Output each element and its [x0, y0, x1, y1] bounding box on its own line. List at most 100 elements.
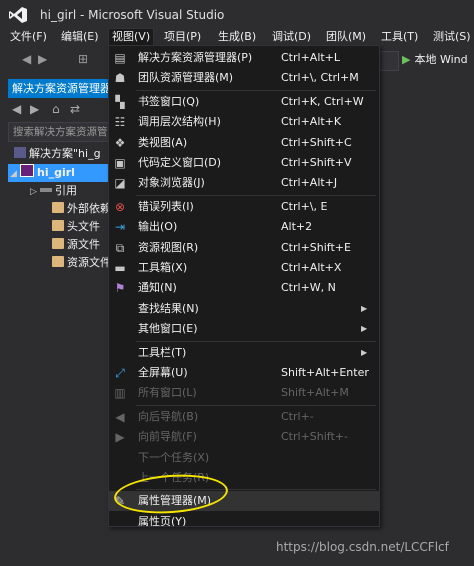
view-menu-item[interactable]: ❖ 类视图(A) Ctrl+Shift+C [109, 133, 379, 153]
forward-icon[interactable]: ▶ [38, 52, 47, 66]
view-menu-item[interactable]: ⇥ 输出(O) Alt+2 [109, 217, 379, 237]
menu-item-shortcut: Ctrl+Shift+V [281, 156, 352, 169]
menu-debug[interactable]: 调试(D) [269, 29, 314, 45]
toolbox-icon: ▬ [114, 261, 126, 275]
view-menu-item[interactable]: 其他窗口(E) ▶ [109, 319, 379, 339]
menu-separator [136, 340, 376, 342]
tree-label: 源文件 [67, 238, 100, 251]
menu-item-shortcut: Ctrl+Shift+C [281, 135, 352, 149]
menu-team[interactable]: 团队(M) [323, 29, 369, 45]
view-menu-item[interactable]: ⤢ 全屏幕(U) Shift+Alt+Enter [109, 363, 379, 383]
back-icon[interactable]: ◀ [12, 102, 21, 116]
solution-search-input[interactable]: 搜索解决方案资源管 [8, 122, 112, 142]
tree-item-source-files[interactable]: 源文件 [8, 236, 108, 254]
view-menu-item[interactable]: ▬ 工具箱(X) Ctrl+Alt+X [109, 258, 379, 278]
menu-view[interactable]: 视图(V) [108, 28, 155, 46]
menu-item-label: 属性页(Y) [138, 514, 187, 527]
view-menu-item[interactable]: ⚑ 通知(N) Ctrl+W, N [109, 278, 379, 298]
forward-icon[interactable]: ▶ [30, 102, 39, 116]
menu-item-label: 工具箱(X) [138, 261, 188, 274]
folder-icon [52, 220, 64, 231]
window-title: hi_girl - Microsoft Visual Studio [40, 8, 225, 22]
resource-view-icon: ⧉ [115, 240, 125, 255]
menu-item-label: 所有窗口(L) [138, 386, 197, 400]
menu-item-label: 团队资源管理器(M) [138, 71, 234, 85]
menu-item-label: 向前导航(F) [138, 430, 197, 444]
play-icon: ▶ [402, 53, 411, 66]
navigate-back-icon: ◀ [115, 409, 125, 424]
view-menu-item[interactable]: ☷ 调用层次结构(H) Ctrl+Alt+K [109, 112, 379, 132]
watermark: https://blog.csdn.net/LCCFlcf [276, 540, 449, 554]
view-menu-item[interactable]: 查找结果(N) ▶ [109, 299, 379, 319]
tree-label: 解决方案"hi_g [29, 147, 101, 160]
solution-icon [14, 147, 26, 158]
menu-item-label: 查找结果(N) [138, 301, 199, 315]
view-menu-item[interactable]: ⧉ 资源视图(R) Ctrl+Shift+E [109, 238, 379, 258]
menu-item-label: 调用层次结构(H) [138, 115, 221, 129]
menu-item-shortcut: Ctrl+\, E [281, 199, 328, 213]
menu-item-shortcut: Ctrl+Alt+X [281, 261, 342, 274]
menu-item-shortcut: Ctrl+\, Ctrl+M [281, 71, 359, 85]
menu-item-shortcut: Ctrl+Shift+E [281, 240, 351, 254]
call-hierarchy-icon: ☷ [114, 115, 126, 130]
menu-tools[interactable]: 工具(T) [378, 29, 421, 45]
menu-item-label: 代码定义窗口(D) [138, 156, 222, 169]
menu-item-label: 输出(O) [138, 220, 178, 234]
menu-item-label: 其他窗口(E) [138, 322, 198, 336]
menu-build[interactable]: 生成(B) [215, 29, 259, 45]
bookmark-icon: ▚ [115, 94, 125, 109]
menu-item-shortcut: Shift+Alt+M [281, 386, 349, 400]
menu-test[interactable]: 测试(S) [430, 29, 474, 45]
project-icon [20, 164, 34, 177]
back-icon[interactable]: ◀ [22, 52, 31, 66]
expand-arrow-icon[interactable]: ◢ [10, 165, 20, 183]
menu-project[interactable]: 项目(P) [161, 29, 204, 45]
menu-file[interactable]: 文件(F) [7, 29, 50, 45]
menu-separator [136, 194, 376, 196]
submenu-arrow-icon: ▶ [361, 324, 368, 334]
run-button[interactable]: ▶ 本地 Wind [402, 50, 474, 70]
menu-item-shortcut: Ctrl+W, N [281, 281, 336, 295]
view-menu-item[interactable]: ▚ 书签窗口(Q) Ctrl+K, Ctrl+W [109, 92, 379, 112]
view-menu-item: ▶ 向前导航(F) Ctrl+Shift+- [109, 427, 379, 447]
class-view-icon: ❖ [114, 135, 126, 150]
menu-item-shortcut: Ctrl+Alt+J [281, 176, 338, 190]
view-menu-item[interactable]: ◪ 对象浏览器(J) Ctrl+Alt+J [109, 173, 379, 193]
menu-item-label: 通知(N) [138, 281, 177, 295]
view-menu-item: 下一个任务(X) [109, 448, 379, 468]
view-menu-item[interactable]: 属性页(Y) [109, 512, 379, 527]
view-menu-item[interactable]: 工具栏(T) ▶ [109, 343, 379, 363]
menu-item-shortcut: Ctrl+K, Ctrl+W [281, 94, 364, 108]
submenu-arrow-icon: ▶ [361, 303, 368, 313]
menu-item-shortcut: Ctrl+Shift+- [281, 430, 348, 444]
sync-icon[interactable]: ⇄ [70, 102, 80, 116]
tree-item-solution[interactable]: 解决方案"hi_g [8, 145, 108, 163]
tree-label: hi_girl [37, 166, 75, 179]
menu-item-shortcut: Shift+Alt+Enter [281, 366, 369, 379]
object-browser-icon: ◪ [114, 176, 126, 191]
error-list-icon: ⊗ [114, 199, 126, 214]
tree-item-header-files[interactable]: 头文件 [8, 218, 108, 236]
menu-item-shortcut: Ctrl+- [281, 409, 314, 423]
menu-item-label: 下一个任务(X) [138, 450, 210, 464]
collapse-arrow-icon[interactable]: ▷ [30, 183, 40, 201]
tree-label: 外部依赖 [67, 202, 108, 215]
view-menu-item[interactable]: ⊗ 错误列表(I) Ctrl+\, E [109, 197, 379, 217]
tree-item-project[interactable]: ◢ hi_girl [8, 164, 108, 182]
view-menu-item[interactable]: ▤ 解决方案资源管理器(P) Ctrl+Alt+L [109, 48, 379, 68]
home-icon[interactable]: ⌂ [52, 102, 60, 116]
menu-edit[interactable]: 编辑(E) [58, 29, 102, 45]
folder-icon [52, 238, 64, 249]
tree-item-references[interactable]: ▷ 引用 [8, 182, 108, 200]
view-menu-item[interactable]: ☗ 团队资源管理器(M) Ctrl+\, Ctrl+M [109, 68, 379, 88]
tree-item-resource-files[interactable]: 资源文件 [8, 254, 108, 272]
menu-separator [136, 404, 376, 406]
menu-item-label: 错误列表(I) [138, 199, 194, 213]
team-explorer-icon: ☗ [114, 71, 126, 86]
menu-separator [136, 89, 376, 91]
new-item-icon[interactable]: ⊞ [78, 52, 88, 66]
output-icon: ⇥ [114, 220, 126, 235]
tree-item-external-deps[interactable]: 外部依赖 [8, 200, 108, 218]
menu-item-label: 工具栏(T) [138, 345, 187, 359]
view-menu-item[interactable]: ▣ 代码定义窗口(D) Ctrl+Shift+V [109, 153, 379, 173]
